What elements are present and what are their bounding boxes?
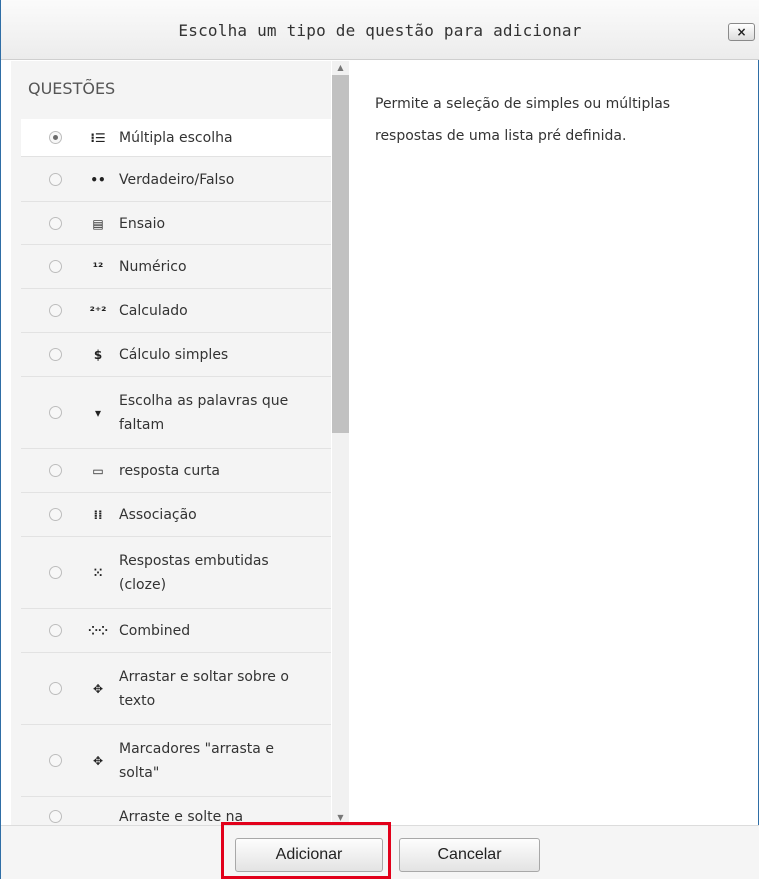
radio-button[interactable] — [49, 260, 62, 273]
list-item[interactable]: ¹² Numérico — [21, 245, 331, 289]
list-item-label: Associação — [119, 507, 197, 523]
radio-button[interactable] — [49, 810, 62, 823]
list-item[interactable]: ✥ Arrastar e soltar sobre o texto — [21, 653, 331, 725]
list-item-label: Respostas embutidas (cloze) — [119, 553, 269, 593]
radio-button[interactable] — [49, 406, 62, 419]
radio-button[interactable] — [49, 682, 62, 695]
ddwtos-icon: ✥ — [92, 682, 104, 696]
question-type-list: ⁝☰ Múltipla escolha •• Verdadeiro/Falso ▤ Ens… — [11, 61, 331, 825]
radio-button[interactable] — [49, 131, 62, 144]
matching-icon: ⁞⁞ — [93, 508, 103, 522]
dialog-title: Escolha um tipo de questão para adiciona… — [178, 21, 582, 40]
list-item-label: Calculado — [119, 303, 188, 319]
list-item-label: Ensaio — [119, 215, 166, 232]
list-item[interactable]: $ Cálculo simples — [21, 333, 331, 377]
list-item-label: Marcadores "arrasta e solta" — [119, 741, 274, 781]
list-item[interactable]: •• Verdadeiro/Falso — [21, 158, 331, 202]
dialog-titlebar: Escolha um tipo de questão para adiciona… — [1, 0, 759, 60]
highlight-box — [221, 822, 391, 879]
radio-button[interactable] — [49, 304, 62, 317]
list-item-label: Numérico — [119, 259, 187, 275]
cancel-button[interactable]: Cancelar — [399, 838, 540, 872]
radio-button[interactable] — [49, 216, 62, 230]
question-type-description: Permite a seleção de simples ou múltipla… — [375, 96, 671, 144]
radio-button[interactable] — [49, 173, 62, 186]
close-icon[interactable]: × — [728, 23, 755, 41]
ddmarker-icon: ✥ — [92, 754, 104, 768]
list-item-label: Verdadeiro/Falso — [119, 172, 235, 188]
list-item[interactable]: ▭ resposta curta — [21, 449, 331, 493]
list-item[interactable]: Arraste e solte na — [21, 797, 331, 825]
group-header: QUESTÕES — [28, 79, 116, 98]
calculated-icon: ²⁺² — [89, 304, 107, 318]
list-scrollbar[interactable]: ▲ ▼ — [332, 61, 349, 825]
question-chooser-dialog: Escolha um tipo de questão para adiciona… — [0, 0, 759, 879]
scroll-up-icon[interactable]: ▲ — [332, 61, 349, 75]
list-item[interactable]: ▤ Ensaio — [21, 202, 331, 245]
cloze-icon: ⁙ — [92, 566, 104, 580]
list-item[interactable]: ⁝☰ Múltipla escolha — [21, 119, 331, 157]
gapselect-icon: ▾ — [94, 406, 102, 420]
radio-button[interactable] — [49, 754, 62, 767]
list-item[interactable]: ▾ Escolha as palavras que faltam — [21, 377, 331, 449]
list-item-label: Cálculo simples — [119, 347, 229, 363]
radio-button[interactable] — [49, 464, 62, 477]
list-item[interactable]: ⁞⁞ Associação — [21, 493, 331, 537]
radio-button[interactable] — [49, 566, 62, 579]
list-item[interactable]: ⁘⁘ Combined — [21, 609, 331, 653]
numerical-icon: ¹² — [92, 260, 104, 274]
combined-icon: ⁘⁘ — [87, 624, 109, 638]
radio-button[interactable] — [49, 508, 62, 521]
scrollbar-thumb[interactable] — [332, 75, 349, 433]
radio-button[interactable] — [49, 348, 62, 361]
list-item-label: Arrastar e soltar sobre o texto — [119, 669, 289, 709]
essay-icon: ▤ — [92, 216, 104, 231]
list-item[interactable]: ⁙ Respostas embutidas (cloze) — [21, 537, 331, 609]
true-false-icon: •• — [90, 173, 106, 187]
list-item-label: Escolha as palavras que faltam — [119, 393, 289, 433]
list-item-label: resposta curta — [119, 463, 221, 479]
list-item[interactable]: ✥ Marcadores "arrasta e solta" — [21, 725, 331, 797]
radio-button[interactable] — [49, 624, 62, 637]
list-item-label: Múltipla escolha — [119, 130, 233, 146]
list-item[interactable]: ²⁺² Calculado — [21, 289, 331, 333]
calculated-simple-icon: $ — [93, 348, 103, 362]
ddimageortext-icon — [87, 807, 109, 825]
list-item-label: Combined — [119, 623, 191, 639]
short-answer-icon: ▭ — [92, 464, 104, 478]
multiple-choice-icon: ⁝☰ — [90, 131, 106, 145]
